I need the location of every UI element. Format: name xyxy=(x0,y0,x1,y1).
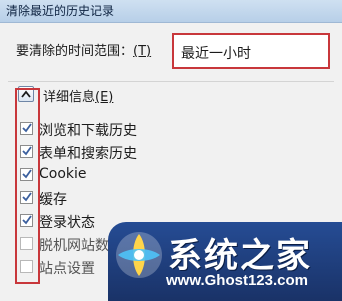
checkbox-highlight-frame xyxy=(15,88,40,284)
item-label: 表单和搜索历史 xyxy=(39,146,137,162)
time-range-select[interactable]: 最近一小时 xyxy=(172,33,330,69)
item-label: 缓存 xyxy=(39,192,67,208)
time-range-value: 最近一小时 xyxy=(181,46,251,62)
logo-icon xyxy=(116,232,162,278)
item-label: 站点设置 xyxy=(39,261,95,277)
window-title: 清除最近的历史记录 xyxy=(6,4,115,18)
watermark: 系统之家 www.Ghost123.com xyxy=(108,222,342,301)
time-range-label: 要清除的时间范围：(T) xyxy=(16,44,152,59)
item-label: 登录状态 xyxy=(39,215,95,231)
title-bar: 清除最近的历史记录 xyxy=(0,0,342,23)
details-label[interactable]: 详细信息(E) xyxy=(43,86,113,105)
item-label: 脱机网站数 xyxy=(39,238,109,254)
separator xyxy=(8,81,334,82)
item-label: 浏览和下载历史 xyxy=(39,123,137,139)
watermark-title: 系统之家 xyxy=(168,236,312,276)
item-label: Cookie xyxy=(39,166,87,182)
watermark-url: www.Ghost123.com xyxy=(166,272,308,289)
